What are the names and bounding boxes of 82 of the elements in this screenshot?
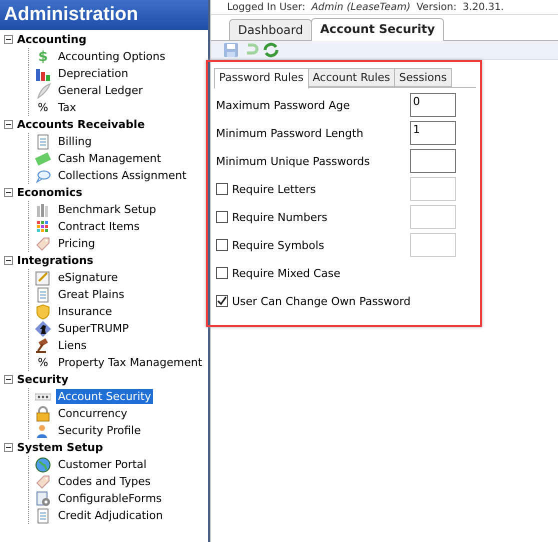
document-icon [35,134,51,150]
tree-item[interactable]: Account Security [56,389,154,404]
percent-icon: % [35,356,51,369]
gavel-icon [35,338,51,354]
tree-item[interactable]: Codes and Types [56,474,153,489]
tree-item[interactable]: Depreciation [56,66,130,81]
user-label: Logged In User: [227,2,306,12]
padlock-icon [35,406,51,422]
tab[interactable]: Dashboard [229,19,312,40]
tree-item[interactable]: Great Plains [56,287,126,302]
tree-item[interactable]: eSignature [56,270,120,285]
input-field[interactable] [410,149,456,173]
tab[interactable]: Sessions [394,68,452,87]
collapse-toggle[interactable] [4,120,13,129]
tree-item[interactable]: General Ledger [56,83,145,98]
panel-title: Administration [0,0,208,30]
tree-item[interactable]: ConfigurableForms [56,491,164,506]
tree-item[interactable]: Contract Items [56,219,142,234]
tree-item[interactable]: Credit Adjudication [56,508,165,523]
tree-item[interactable]: Cash Management [56,151,164,166]
tree-item[interactable]: Accounting Options [56,49,168,64]
checkbox-label[interactable]: Require Letters [228,182,410,196]
collapse-toggle[interactable] [4,188,13,197]
tree-group-label[interactable]: Integrations [17,254,94,267]
version-label: Version: [416,2,457,12]
input-field[interactable]: 1 [410,121,456,145]
chess-knight-icon [35,320,51,336]
tree-group-label[interactable]: Accounts Receivable [17,118,145,131]
tag-icon [35,474,51,490]
signature-icon [35,270,51,286]
checkbox[interactable] [216,211,228,223]
tree-item[interactable]: Customer Portal [56,457,149,472]
feather-icon [35,82,51,98]
checkbox[interactable] [216,295,228,307]
field-label: Minimum Password Length [215,126,364,140]
tree-item[interactable]: Collections Assignment [56,168,188,183]
shield-icon [35,304,51,320]
checkbox-label[interactable]: User Can Change Own Password [228,294,476,308]
collapse-toggle[interactable] [4,256,13,265]
tab[interactable]: Password Rules [214,68,309,89]
tree-item[interactable]: SuperTRUMP [56,321,131,336]
checkbox-label[interactable]: Require Mixed Case [228,266,476,280]
tree-item[interactable]: Billing [56,134,94,149]
user-name: Admin (LeaseTeam) [311,2,410,12]
document-icon [35,286,51,302]
version-number: 3.20.31. [462,2,504,12]
speech-bubble-icon [35,168,51,184]
collapse-toggle[interactable] [4,35,13,44]
tree-group-label[interactable]: System Setup [17,441,103,454]
checkbox[interactable] [216,267,228,279]
gear-icon [35,490,51,506]
tree-item[interactable]: Security Profile [56,423,143,438]
field-label: Minimum Unique Passwords [215,154,371,168]
checkbox[interactable] [216,183,228,195]
columns-icon [35,202,51,218]
tree-group-label[interactable]: Economics [17,186,82,199]
dollar-icon: $ [35,48,51,64]
checkbox-label[interactable]: Require Numbers [228,210,410,224]
globe-icon [35,456,51,472]
tree-item[interactable]: Benchmark Setup [56,202,158,217]
refresh-icon[interactable] [263,42,279,58]
tree-item[interactable]: Pricing [56,236,98,251]
banknote-icon [35,150,51,166]
checkbox[interactable] [216,239,228,251]
tree-item[interactable]: Insurance [56,304,114,319]
tree-item[interactable]: Liens [56,338,89,353]
field-label: Maximum Password Age [215,98,351,112]
collapse-toggle[interactable] [4,443,13,452]
tree-group-label[interactable]: Security [17,373,68,386]
tree-group-label[interactable]: Accounting [17,33,87,46]
tree-item[interactable]: Property Tax Management [56,355,204,370]
document-icon [35,508,51,524]
collapse-toggle[interactable] [4,375,13,384]
checkbox-label[interactable]: Require Symbols [228,238,410,252]
color-grid-icon [35,218,51,234]
tree-item[interactable]: Tax [56,100,78,115]
tab[interactable]: Account Security [311,18,444,41]
input-field[interactable]: 0 [410,93,456,117]
percent-icon: % [35,101,51,114]
tag-icon [35,236,51,252]
tab[interactable]: Account Rules [308,68,396,87]
tree-item[interactable]: Concurrency [56,406,130,421]
